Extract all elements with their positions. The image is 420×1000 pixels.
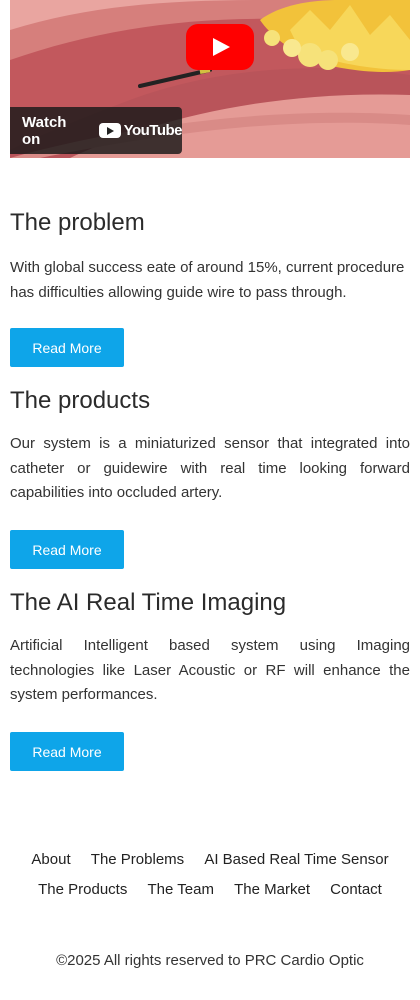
section-ai-imaging: The AI Real Time Imaging Artificial Inte… (10, 588, 410, 708)
footer-link-problems[interactable]: The Problems (91, 851, 184, 868)
footer-link-about[interactable]: About (31, 851, 70, 868)
youtube-icon (98, 123, 121, 138)
section-text: Artificial Intelligent based system usin… (10, 637, 410, 703)
video-embed[interactable]: Watch on YouTube (10, 0, 410, 158)
footer-link-market[interactable]: The Market (234, 881, 310, 898)
read-more-button[interactable]: Read More (10, 732, 124, 771)
footer-link-team[interactable]: The Team (148, 881, 214, 898)
section-title: The problem (10, 209, 145, 236)
section-problem: The problem With global success eate of … (10, 208, 410, 305)
footer-nav-row: About The Problems AI Based Real Time Se… (0, 845, 420, 875)
footer-nav-row: The Products The Team The Market Contact (0, 875, 420, 905)
copyright-text: ©2025 All rights reserved to PRC Cardio … (56, 952, 364, 969)
footer-link-contact[interactable]: Contact (330, 881, 382, 898)
footer-nav: About The Problems AI Based Real Time Se… (0, 845, 420, 905)
watch-on-label: Watch on (22, 113, 67, 148)
section-title: The products (10, 387, 151, 414)
read-more-button[interactable]: Read More (10, 530, 124, 569)
footer-link-products[interactable]: The Products (38, 881, 127, 898)
play-button[interactable] (186, 24, 254, 70)
section-title: The AI Real Time Imaging (10, 589, 287, 616)
section-text: With global success eate of around 15%, … (10, 259, 405, 301)
watch-on-youtube-button[interactable]: Watch on YouTube (10, 107, 183, 154)
footer-link-ai-sensor[interactable]: AI Based Real Time Sensor (204, 851, 388, 868)
youtube-wordmark: YouTube (123, 122, 183, 139)
section-products: The products Our system is a miniaturize… (10, 386, 410, 506)
read-more-button[interactable]: Read More (10, 328, 124, 367)
section-text: Our system is a miniaturized sensor that… (10, 435, 410, 501)
youtube-logo: YouTube (98, 122, 183, 139)
